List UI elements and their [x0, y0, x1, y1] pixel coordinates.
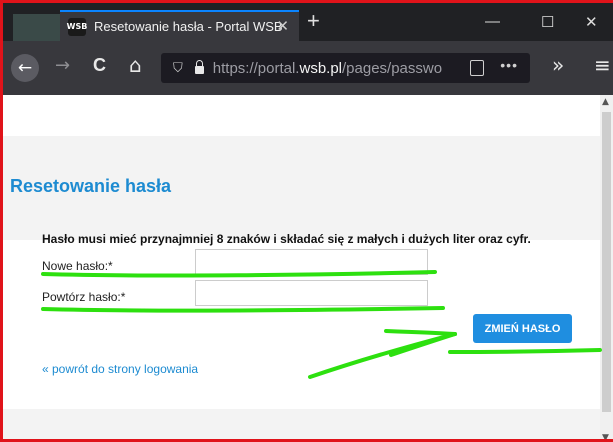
- navigation-toolbar: ← → C ⌂ ⛉ https://portal.wsb.pl/pages/pa…: [3, 41, 613, 95]
- window-close-button[interactable]: ✕: [585, 13, 598, 31]
- new-password-input[interactable]: [195, 249, 428, 275]
- repeat-password-label: Powtórz hasło:*: [42, 290, 126, 304]
- tab-close-icon[interactable]: ✕: [276, 17, 289, 35]
- url-prefix: https://portal.: [212, 59, 300, 77]
- page-content: Resetowanie hasła Hasło musi mieć przyna…: [3, 95, 600, 439]
- forward-button[interactable]: →: [55, 55, 70, 76]
- back-button[interactable]: ←: [11, 54, 39, 82]
- tab-portal-wsb[interactable]: WSB Resetowanie hasła - Portal WSB ✕: [60, 10, 299, 41]
- title-bar: WSB Resetowanie hasła - Portal WSB ✕ + —…: [3, 3, 613, 41]
- scroll-up-icon[interactable]: ▲: [602, 97, 609, 107]
- url-path: /pages/passwo: [342, 59, 443, 77]
- home-button[interactable]: ⌂: [129, 53, 142, 77]
- overflow-chevron-icon[interactable]: »: [552, 53, 564, 77]
- window-minimize-button[interactable]: —: [485, 13, 500, 30]
- scroll-thumb[interactable]: [602, 112, 611, 412]
- window-maximize-button[interactable]: ☐: [541, 13, 554, 31]
- tab-strip-spacer: [13, 14, 60, 41]
- change-password-button[interactable]: ZMIEŃ HASŁO: [473, 314, 572, 343]
- scroll-down-icon[interactable]: ▼: [602, 433, 609, 439]
- browser-window: WSB Resetowanie hasła - Portal WSB ✕ + —…: [0, 0, 613, 442]
- new-password-label: Nowe hasło:*: [42, 259, 113, 273]
- address-bar[interactable]: ⛉ https://portal.wsb.pl/pages/passwo •••: [161, 53, 530, 83]
- lock-icon[interactable]: [194, 60, 204, 74]
- vertical-scrollbar[interactable]: ▲ ▼: [600, 95, 613, 439]
- tab-title: Resetowanie hasła - Portal WSB: [94, 19, 283, 34]
- back-to-login-link[interactable]: « powrót do strony logowania: [42, 362, 198, 376]
- url-domain: wsb.pl: [299, 59, 343, 77]
- reload-button[interactable]: C: [93, 55, 106, 76]
- page-actions-button[interactable]: •••: [500, 57, 518, 73]
- password-rule-text: Hasło musi mieć przynajmniej 8 znaków i …: [42, 232, 531, 246]
- page-title: Resetowanie hasła: [10, 176, 172, 196]
- shield-icon[interactable]: ⛉: [173, 61, 183, 76]
- footer-band: [3, 409, 600, 439]
- new-tab-button[interactable]: +: [307, 8, 320, 34]
- repeat-password-input[interactable]: [195, 280, 428, 306]
- wsb-favicon-icon: WSB: [67, 17, 87, 36]
- reader-view-icon[interactable]: [470, 60, 484, 76]
- menu-icon[interactable]: ≡: [594, 53, 611, 77]
- url-text[interactable]: https://portal.wsb.pl/pages/passwo: [213, 60, 442, 77]
